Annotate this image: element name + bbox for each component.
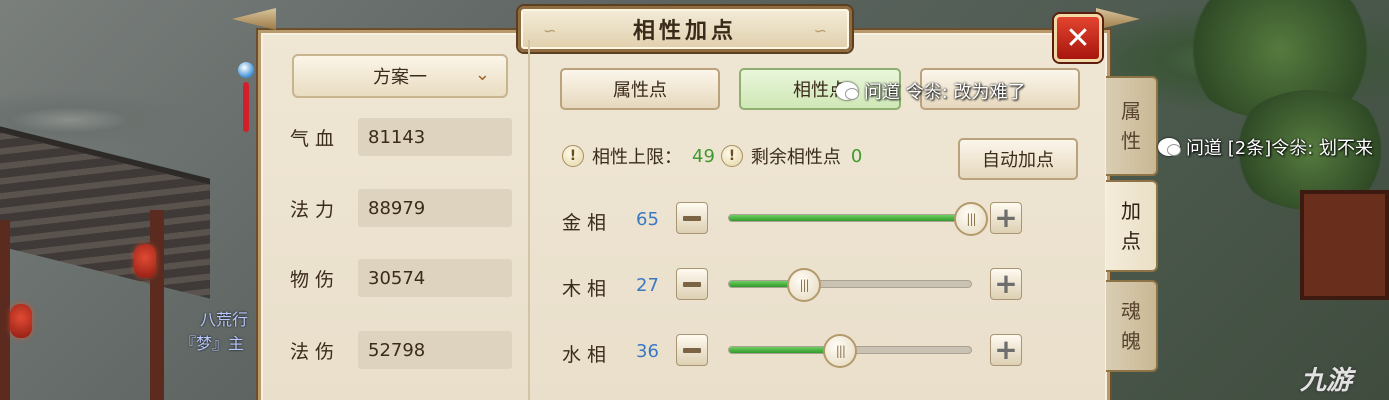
stat-row-physical-damage: 物伤 30574 <box>290 258 514 298</box>
attribute-slider-track[interactable]: ||| <box>728 202 988 236</box>
stat-value: 81143 <box>358 118 512 156</box>
decrease-button[interactable] <box>676 334 708 366</box>
auto-allocate-button[interactable]: 自动加点 <box>958 138 1078 180</box>
swirl-ornament-icon: ∽ <box>813 21 827 40</box>
background-lantern <box>10 304 32 338</box>
stat-row-mana: 法力 88979 <box>290 188 514 228</box>
attribute-row-metal: 金相 65 ||| + <box>562 200 1032 240</box>
stat-label: 法力 <box>290 198 341 221</box>
attribute-slider-track[interactable]: ||| <box>728 334 972 368</box>
stat-value: 88979 <box>358 189 512 227</box>
attribute-slider-fill <box>729 215 971 221</box>
stat-row-hp: 气血 81143 <box>290 117 514 157</box>
chat-bubble-icon <box>836 82 859 100</box>
swirl-ornament-icon: ∽ <box>543 21 557 40</box>
slider-handle[interactable]: ||| <box>823 334 858 368</box>
background-window-frame <box>1300 190 1389 300</box>
attribute-name: 木相 <box>562 278 613 300</box>
stat-value: 52798 <box>358 331 512 369</box>
tab-attribute-points[interactable]: 属性点 <box>560 68 720 110</box>
decrease-button[interactable] <box>676 268 708 300</box>
side-tab-char: 属 <box>1121 99 1141 123</box>
minus-icon <box>683 347 701 353</box>
page-title: 相性加点 <box>632 19 737 44</box>
scheme-selected-label: 方案一 <box>373 67 427 88</box>
side-tab-char: 加 <box>1121 199 1141 223</box>
background-pillar <box>0 220 10 400</box>
side-tab-add-points[interactable]: 加 点 <box>1106 180 1158 272</box>
hanging-ornament-icon <box>236 48 256 158</box>
attribute-value: 36 <box>636 341 659 362</box>
limit-label: 相性上限： <box>592 147 682 168</box>
limit-value: 49 <box>692 145 715 167</box>
side-tab-char: 点 <box>1121 229 1141 253</box>
minus-icon <box>683 281 701 287</box>
attribute-row-water: 水相 36 ||| + <box>562 332 1032 372</box>
increase-button[interactable]: + <box>990 334 1022 366</box>
attribute-row-wood: 木相 27 ||| + <box>562 266 1032 306</box>
remaining-value: 0 <box>850 145 863 167</box>
plus-icon: + <box>994 267 1018 300</box>
attribute-value: 65 <box>636 209 659 230</box>
side-tab-char: 性 <box>1121 129 1141 153</box>
stats-column: 方案一 ⌄ 气血 81143 法力 88979 物伤 30574 法伤 5279… <box>268 40 530 400</box>
side-tab-char: 魂 <box>1121 299 1141 323</box>
plus-icon: + <box>994 201 1018 234</box>
increase-button[interactable]: + <box>990 202 1022 234</box>
close-icon: ✕ <box>1065 20 1091 56</box>
increase-button[interactable]: + <box>990 268 1022 300</box>
stat-row-magic-damage: 法伤 52798 <box>290 330 514 370</box>
background-player-name: 『梦』主 <box>180 334 245 353</box>
background-lantern <box>134 244 156 278</box>
stat-value: 30574 <box>358 259 512 297</box>
decrease-button[interactable] <box>676 202 708 234</box>
chevron-down-icon: ⌄ <box>474 64 490 85</box>
close-button[interactable]: ✕ <box>1054 14 1102 62</box>
remaining-label: 剩余相性点 <box>750 147 841 168</box>
plus-icon: + <box>994 333 1018 366</box>
title-plaque: ∽ 相性加点 ∽ <box>518 6 852 52</box>
stat-label: 法伤 <box>290 340 341 363</box>
stat-label: 气血 <box>290 127 341 150</box>
tab-label: 属性点 <box>613 80 667 101</box>
attribute-value: 27 <box>636 275 659 296</box>
panel-corner-left <box>232 8 276 30</box>
slider-handle[interactable]: ||| <box>787 268 822 302</box>
panel-corner-right <box>1096 8 1140 30</box>
background-roof <box>0 121 210 299</box>
watermark-logo: 九游 <box>1300 366 1353 396</box>
side-tab-attributes[interactable]: 属 性 <box>1106 76 1158 176</box>
chat-bubble-icon <box>1158 138 1181 156</box>
attribute-name: 水相 <box>562 344 613 366</box>
minus-icon <box>683 215 701 221</box>
scheme-dropdown[interactable]: 方案一 ⌄ <box>292 54 508 98</box>
background-player-title: 八荒行 <box>200 310 249 329</box>
chat-message: 问道 令尜: 改为难了 <box>836 78 1026 104</box>
slider-handle[interactable]: ||| <box>954 202 988 236</box>
affinity-summary: ! 相性上限： 49 ! 剩余相性点 0 <box>562 142 868 170</box>
stat-label: 物伤 <box>290 268 341 291</box>
background-pillar <box>150 210 164 400</box>
side-tab-char: 魄 <box>1121 329 1141 353</box>
attribute-slider-track[interactable]: ||| <box>728 268 972 302</box>
attribute-name: 金相 <box>562 212 613 234</box>
exclamation-icon[interactable]: ! <box>562 145 584 167</box>
chat-message: 问道 [2条]令尜: 划不来 <box>1158 134 1373 160</box>
chat-message-text: 问道 令尜: 改为难了 <box>864 82 1026 103</box>
chat-message-text: 问道 [2条]令尜: 划不来 <box>1186 138 1374 159</box>
exclamation-icon[interactable]: ! <box>720 145 743 167</box>
side-tab-soul[interactable]: 魂 魄 <box>1106 280 1158 372</box>
